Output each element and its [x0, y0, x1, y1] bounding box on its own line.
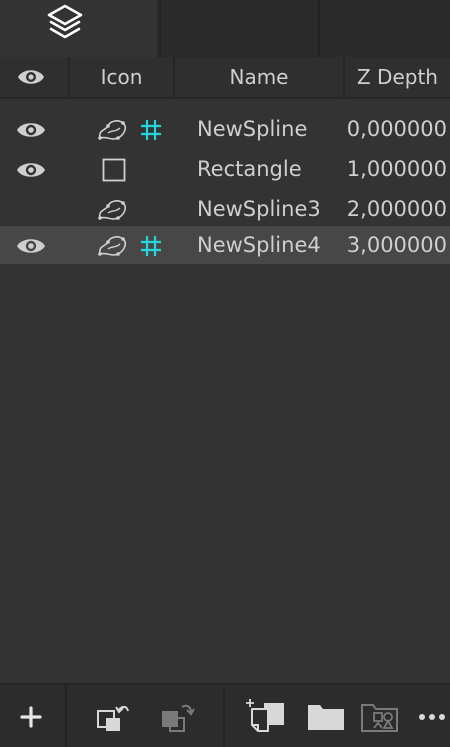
layer-name: NewSpline3 — [197, 197, 321, 221]
toolbar-divider — [65, 685, 67, 747]
layer-z-depth: 2,000000 — [346, 197, 447, 221]
add-layer-button[interactable] — [0, 685, 64, 747]
spline-icon — [98, 120, 126, 140]
more-options-button[interactable] — [410, 685, 450, 747]
bottom-toolbar — [0, 683, 450, 747]
send-backward-icon — [162, 704, 195, 732]
layer-row[interactable]: Rectangle 1,000000 — [0, 150, 450, 188]
shapes-folder-button[interactable] — [356, 685, 404, 747]
layer-z-depth: 3,000000 — [346, 233, 447, 257]
layer-name: NewSpline4 — [197, 233, 321, 257]
hash-icon — [141, 120, 161, 140]
tab-layers[interactable] — [0, 0, 157, 57]
eye-icon[interactable] — [16, 235, 46, 257]
new-layer-icon — [246, 699, 284, 732]
more-icon — [419, 714, 445, 720]
layer-name: Rectangle — [197, 157, 302, 181]
hash-icon — [141, 236, 161, 256]
folder-icon — [308, 705, 344, 730]
eye-icon[interactable] — [16, 119, 46, 141]
column-name[interactable]: Name — [175, 57, 345, 97]
layer-row-selected[interactable]: NewSpline4 3,000000 — [0, 226, 450, 264]
eye-icon[interactable] — [16, 159, 46, 181]
tab-2[interactable] — [159, 0, 316, 57]
spline-icon — [98, 236, 126, 256]
tab-bar — [0, 0, 450, 57]
layers-icon — [47, 4, 83, 39]
shapes-folder-icon — [361, 704, 398, 732]
column-z-depth[interactable]: Z Depth — [345, 57, 450, 97]
layer-z-depth: 1,000000 — [346, 157, 447, 181]
new-layer-button[interactable] — [240, 685, 292, 747]
add-icon — [20, 706, 42, 728]
toolbar-divider — [223, 685, 225, 747]
tab-3[interactable] — [318, 0, 450, 57]
new-folder-button[interactable] — [302, 685, 350, 747]
column-header: Icon Name Z Depth — [0, 57, 450, 99]
spline-icon — [98, 200, 126, 220]
send-backward-button[interactable] — [152, 685, 208, 747]
rectangle-icon — [102, 158, 126, 182]
layer-z-depth: 0,000000 — [346, 117, 447, 141]
eye-icon — [18, 70, 44, 84]
layer-row[interactable]: NewSpline3 2,000000 — [0, 190, 450, 228]
layer-name: NewSpline — [197, 117, 308, 141]
layer-row[interactable]: NewSpline 0,000000 — [0, 110, 450, 148]
column-icon[interactable]: Icon — [70, 57, 175, 97]
bring-forward-button[interactable] — [88, 685, 144, 747]
bring-forward-icon — [97, 705, 129, 731]
column-visibility[interactable] — [0, 57, 70, 97]
